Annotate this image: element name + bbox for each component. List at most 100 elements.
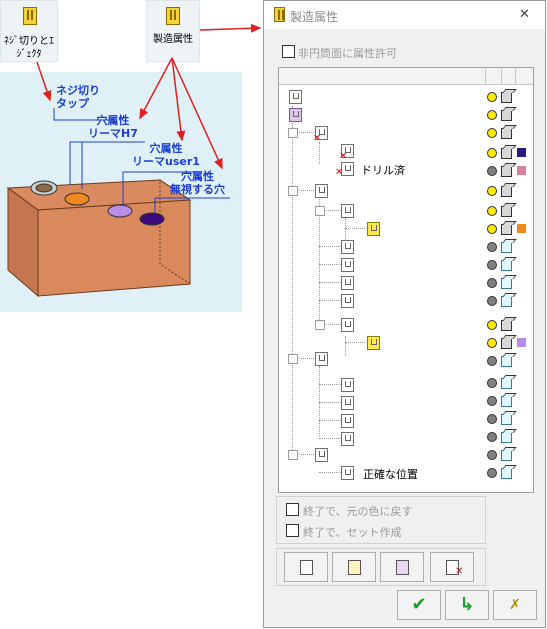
tree-node-hole-b[interactable] [341, 240, 354, 254]
status-dot [487, 378, 497, 388]
allow-non-plane-label: 非円筒面に属性許可 [298, 47, 397, 60]
cube-icon [501, 356, 512, 367]
cube-icon [501, 432, 512, 443]
status-dot [487, 356, 497, 366]
attribute-settings-icon [396, 560, 409, 575]
status-dot [487, 396, 497, 406]
attribute-import-icon [300, 560, 313, 575]
status-dot [487, 242, 497, 252]
tree-node-body[interactable] [289, 108, 302, 122]
allow-non-plane-checkbox[interactable] [282, 45, 295, 58]
ok-button[interactable]: ✔ [397, 590, 441, 620]
status-dot [487, 432, 497, 442]
status-dot [487, 414, 497, 424]
expander[interactable] [315, 206, 325, 216]
tree-node-hole-e[interactable] [341, 294, 354, 308]
status-dot [487, 450, 497, 460]
attribute-export-icon [348, 560, 361, 575]
cancel-mark-icon: ✕ [335, 167, 344, 178]
status-dot [487, 260, 497, 270]
drill-done-label: ドリル済 [361, 164, 405, 177]
expander[interactable] [288, 450, 298, 460]
cube-icon [501, 338, 512, 349]
cancel-mark-icon: ✕ [339, 151, 348, 162]
tree-node-tap-b[interactable] [341, 396, 354, 410]
dialog-app-icon [274, 7, 285, 22]
cube-icon [501, 110, 512, 121]
feature-tree[interactable]: ✕ ✕ ✕ ドリル済 正確な位置 [278, 67, 534, 493]
tree-node-hole-group-2[interactable] [315, 352, 328, 366]
create-set-label: 終了で、セット作成 [303, 526, 402, 539]
cube-icon [501, 450, 512, 461]
cube-icon [501, 206, 512, 217]
tree-node-hole-a[interactable] [341, 204, 354, 218]
expander[interactable] [288, 354, 298, 364]
tree-node-reamer-h7[interactable] [367, 222, 380, 236]
color-swatch [517, 166, 526, 175]
tree-node-hole-group-1[interactable] [315, 184, 328, 198]
cube-icon [501, 320, 512, 331]
cube-icon [501, 414, 512, 425]
tree-node-tap-d[interactable] [341, 432, 354, 446]
tree-node-hole-f[interactable] [341, 318, 354, 332]
apply-button[interactable]: ↳ [445, 590, 489, 620]
cube-icon [501, 224, 512, 235]
cube-icon [501, 468, 512, 479]
check-icon: ✔ [411, 594, 427, 615]
create-set-checkbox[interactable] [286, 524, 299, 537]
tree-node-hole-d[interactable] [341, 276, 354, 290]
expander[interactable] [288, 186, 298, 196]
cube-icon [501, 396, 512, 407]
tree-node-tap-a[interactable] [341, 378, 354, 392]
attribute-tool-button-2[interactable] [332, 552, 376, 582]
restore-color-label: 終了で、元の色に戻す [303, 505, 413, 518]
tree-node-reamer-user1[interactable] [367, 336, 380, 350]
status-dot [487, 296, 497, 306]
status-dot [487, 110, 497, 120]
cube-icon [501, 166, 512, 177]
cube-icon [501, 128, 512, 139]
status-dot [487, 278, 497, 288]
restore-color-checkbox[interactable] [286, 503, 299, 516]
cube-icon [501, 260, 512, 271]
attribute-tool-button-3[interactable] [380, 552, 424, 582]
expander[interactable] [315, 320, 325, 330]
red-arrows [36, 23, 262, 170]
color-swatch [517, 148, 526, 157]
cube-icon [501, 92, 512, 103]
precise-position-label: 正確な位置 [363, 468, 418, 481]
status-dot [487, 128, 497, 138]
attribute-tool-button-1[interactable] [284, 552, 328, 582]
cancel-mark-icon: ✕ [313, 133, 322, 144]
arrow-check-icon: ↳ [459, 594, 475, 615]
cube-icon [501, 278, 512, 289]
status-dot [487, 166, 497, 176]
status-dot [487, 206, 497, 216]
attribute-tool-button-4[interactable]: ✕ [430, 552, 474, 582]
tree-node-precise-position[interactable] [341, 466, 354, 480]
status-dot [487, 320, 497, 330]
delete-x-icon: ✕ [455, 566, 464, 577]
tree-node-precise-group[interactable] [315, 448, 328, 462]
expander[interactable] [288, 128, 298, 138]
status-dot [487, 468, 497, 478]
cube-icon [501, 148, 512, 159]
status-dot [487, 148, 497, 158]
status-dot [487, 224, 497, 234]
dialog-titlebar: 製造属性 ✕ [264, 1, 545, 29]
tree-header [279, 68, 533, 85]
status-dot [487, 92, 497, 102]
cancel-button[interactable]: ✗ [493, 590, 537, 620]
color-swatch [517, 224, 526, 233]
close-icon[interactable]: ✕ [519, 7, 530, 22]
cancel-icon: ✗ [509, 597, 521, 613]
cube-icon [501, 242, 512, 253]
cube-icon [501, 378, 512, 389]
tree-node-hole-c[interactable] [341, 258, 354, 272]
status-dot [487, 186, 497, 196]
finish-options-group: 終了で、元の色に戻す 終了で、セット作成 [276, 496, 486, 544]
tree-node-root[interactable] [289, 90, 302, 104]
cube-icon [501, 186, 512, 197]
tree-node-tap-c[interactable] [341, 414, 354, 428]
dialog-title: 製造属性 [290, 10, 339, 24]
